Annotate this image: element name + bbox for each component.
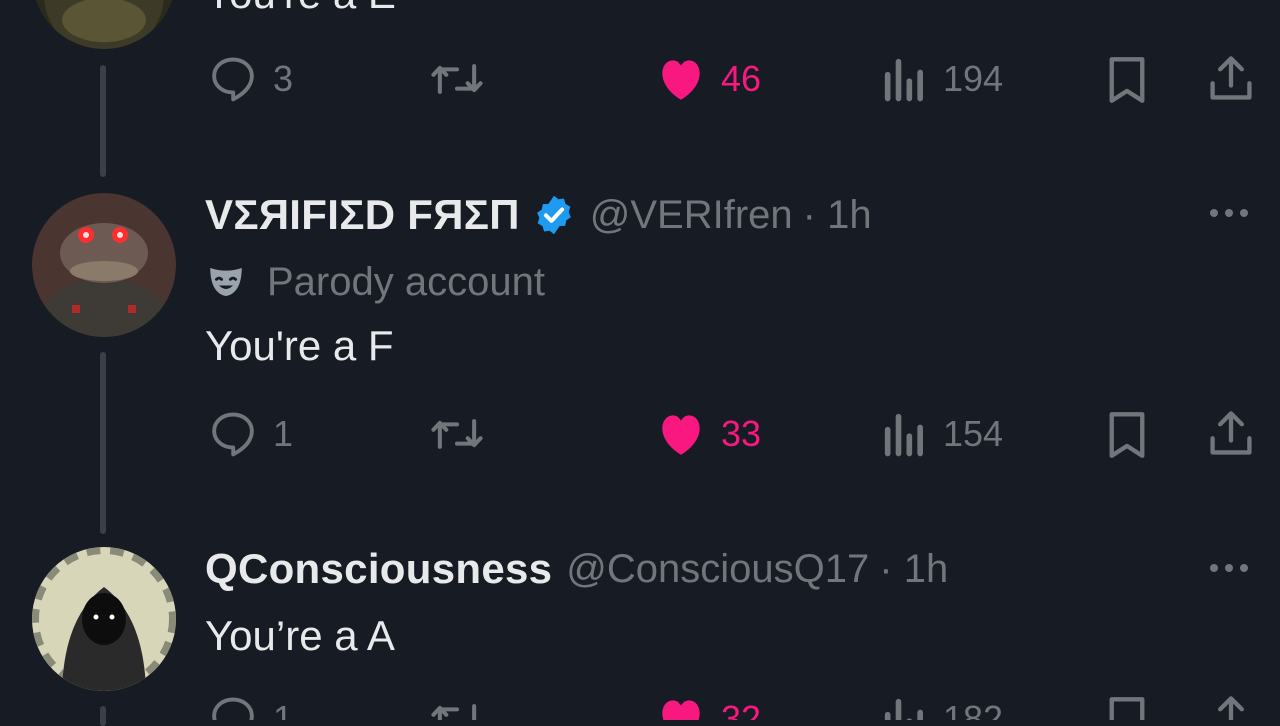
avatar[interactable] bbox=[32, 547, 176, 691]
like-button[interactable]: 33 bbox=[655, 408, 761, 460]
bookmark-button[interactable] bbox=[1103, 53, 1151, 107]
share-icon bbox=[1210, 411, 1252, 455]
views-icon bbox=[884, 698, 923, 720]
tweet-header: QConsciousness @ConsciousQ17 · 1h bbox=[205, 542, 948, 596]
more-icon[interactable] bbox=[1210, 564, 1248, 572]
parody-label: Parody account bbox=[205, 255, 545, 309]
reply-button[interactable]: 1 bbox=[207, 693, 293, 720]
retweet-button[interactable] bbox=[427, 53, 487, 105]
tweet-header: VΣЯIFIΣD FЯΣП @VERIfren · 1h bbox=[205, 188, 872, 242]
views-button[interactable]: 182 bbox=[881, 693, 1003, 720]
share-icon bbox=[1210, 56, 1252, 100]
views-icon bbox=[884, 413, 923, 457]
timestamp[interactable]: · 1h bbox=[803, 193, 872, 238]
tweet-text: You're a F bbox=[205, 322, 394, 369]
parody-text: Parody account bbox=[267, 259, 545, 304]
timestamp[interactable]: · 1h bbox=[879, 547, 948, 592]
bookmark-icon bbox=[1109, 57, 1145, 103]
share-button[interactable] bbox=[1205, 53, 1257, 105]
tweet-text: You’re a A bbox=[205, 612, 395, 659]
reply-icon bbox=[212, 697, 254, 720]
handle[interactable]: @VERIfren bbox=[590, 193, 793, 238]
retweet-icon bbox=[431, 419, 483, 449]
like-button[interactable]: 32 bbox=[655, 693, 761, 720]
views-button[interactable]: 194 bbox=[881, 53, 1003, 105]
bookmark-button[interactable] bbox=[1103, 693, 1151, 720]
heart-icon bbox=[662, 60, 700, 100]
reply-count: 3 bbox=[273, 58, 294, 99]
retweet-button[interactable] bbox=[427, 408, 487, 460]
views-count: 194 bbox=[943, 58, 1004, 99]
more-icon[interactable] bbox=[1210, 209, 1248, 217]
like-button[interactable]: 46 bbox=[655, 53, 761, 105]
avatar[interactable] bbox=[32, 0, 176, 49]
views-count: 182 bbox=[943, 698, 1004, 720]
tweet-actions: 1 32 182 bbox=[0, 690, 1280, 720]
views-icon bbox=[884, 58, 923, 102]
retweet-icon bbox=[431, 704, 477, 720]
views-count: 154 bbox=[943, 413, 1004, 454]
bookmark-icon bbox=[1109, 412, 1145, 458]
retweet-button[interactable] bbox=[427, 693, 487, 720]
reply-icon bbox=[212, 57, 254, 102]
tweet-actions: 3 46 194 bbox=[0, 50, 1280, 110]
verified-badge-icon bbox=[536, 195, 571, 235]
views-button[interactable]: 154 bbox=[881, 408, 1003, 460]
like-count: 33 bbox=[721, 413, 762, 454]
reply-count: 1 bbox=[273, 698, 294, 720]
share-icon bbox=[1218, 696, 1244, 720]
avatar[interactable] bbox=[32, 193, 176, 337]
reply-button[interactable]: 3 bbox=[207, 53, 293, 105]
tweet-actions: 1 33 154 bbox=[0, 405, 1280, 465]
tweet-text: You're a E bbox=[205, 0, 396, 18]
display-name[interactable]: VΣЯIFIΣD FЯΣП bbox=[205, 191, 520, 239]
like-count: 46 bbox=[721, 58, 762, 99]
share-button[interactable] bbox=[1205, 408, 1257, 460]
reply-button[interactable]: 1 bbox=[207, 408, 293, 460]
handle[interactable]: @ConsciousQ17 bbox=[566, 547, 869, 592]
reply-count: 1 bbox=[273, 413, 294, 454]
display-name[interactable]: QConsciousness bbox=[205, 545, 552, 593]
share-button[interactable] bbox=[1205, 693, 1257, 720]
bookmark-button[interactable] bbox=[1103, 408, 1151, 462]
heart-icon bbox=[662, 700, 700, 720]
heart-icon bbox=[662, 415, 700, 455]
like-count: 32 bbox=[721, 698, 762, 720]
parody-mask-icon bbox=[210, 268, 242, 296]
reply-icon bbox=[212, 412, 254, 457]
retweet-icon bbox=[431, 64, 483, 94]
bookmark-icon bbox=[1109, 697, 1145, 720]
